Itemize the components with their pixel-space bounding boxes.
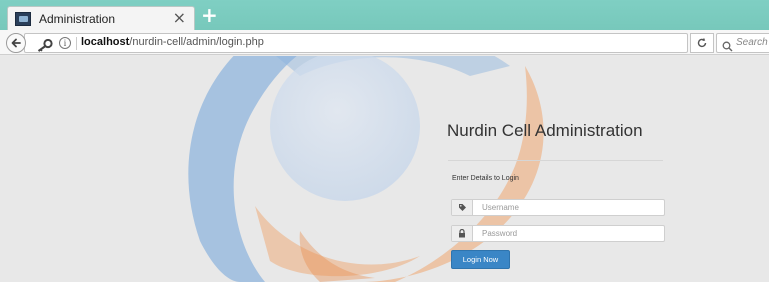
tab-title: Administration [39, 11, 116, 26]
key-icon[interactable] [37, 37, 53, 56]
page-title: Nurdin Cell Administration [447, 121, 643, 140]
favicon-icon [15, 11, 31, 26]
reload-button[interactable] [690, 33, 714, 53]
tag-icon [452, 200, 473, 215]
search-bar[interactable]: Search [716, 33, 769, 53]
info-icon[interactable]: i [59, 37, 71, 49]
navigation-bar: i localhost/nurdin-cell/admin/login.php … [0, 30, 769, 55]
close-icon[interactable]: × [173, 9, 186, 27]
url-host: localhost [81, 36, 130, 48]
reload-icon [696, 34, 708, 53]
url-path: /nurdin-cell/admin/login.php [129, 36, 264, 48]
username-group [451, 199, 665, 216]
search-icon [722, 37, 733, 56]
password-input[interactable] [473, 226, 664, 241]
search-placeholder: Search [736, 37, 768, 48]
url-separator [76, 37, 77, 50]
plus-icon[interactable]: + [201, 5, 218, 25]
tab-administration[interactable]: Administration × [7, 6, 195, 30]
username-input[interactable] [473, 200, 664, 215]
login-subtitle: Enter Details to Login [452, 175, 519, 182]
back-arrow-icon [10, 34, 22, 53]
page-content: Nurdin Cell Administration Enter Details… [0, 56, 769, 282]
url-text[interactable]: localhost/nurdin-cell/admin/login.php [81, 36, 264, 48]
watermark-logo [188, 56, 544, 282]
divider [448, 160, 663, 161]
url-bar[interactable]: i localhost/nurdin-cell/admin/login.php [24, 33, 688, 53]
tab-bar: Administration × + [0, 0, 769, 30]
login-button[interactable]: Login Now [451, 250, 510, 269]
lock-icon [452, 226, 473, 241]
back-button[interactable] [6, 33, 26, 53]
password-group [451, 225, 665, 242]
